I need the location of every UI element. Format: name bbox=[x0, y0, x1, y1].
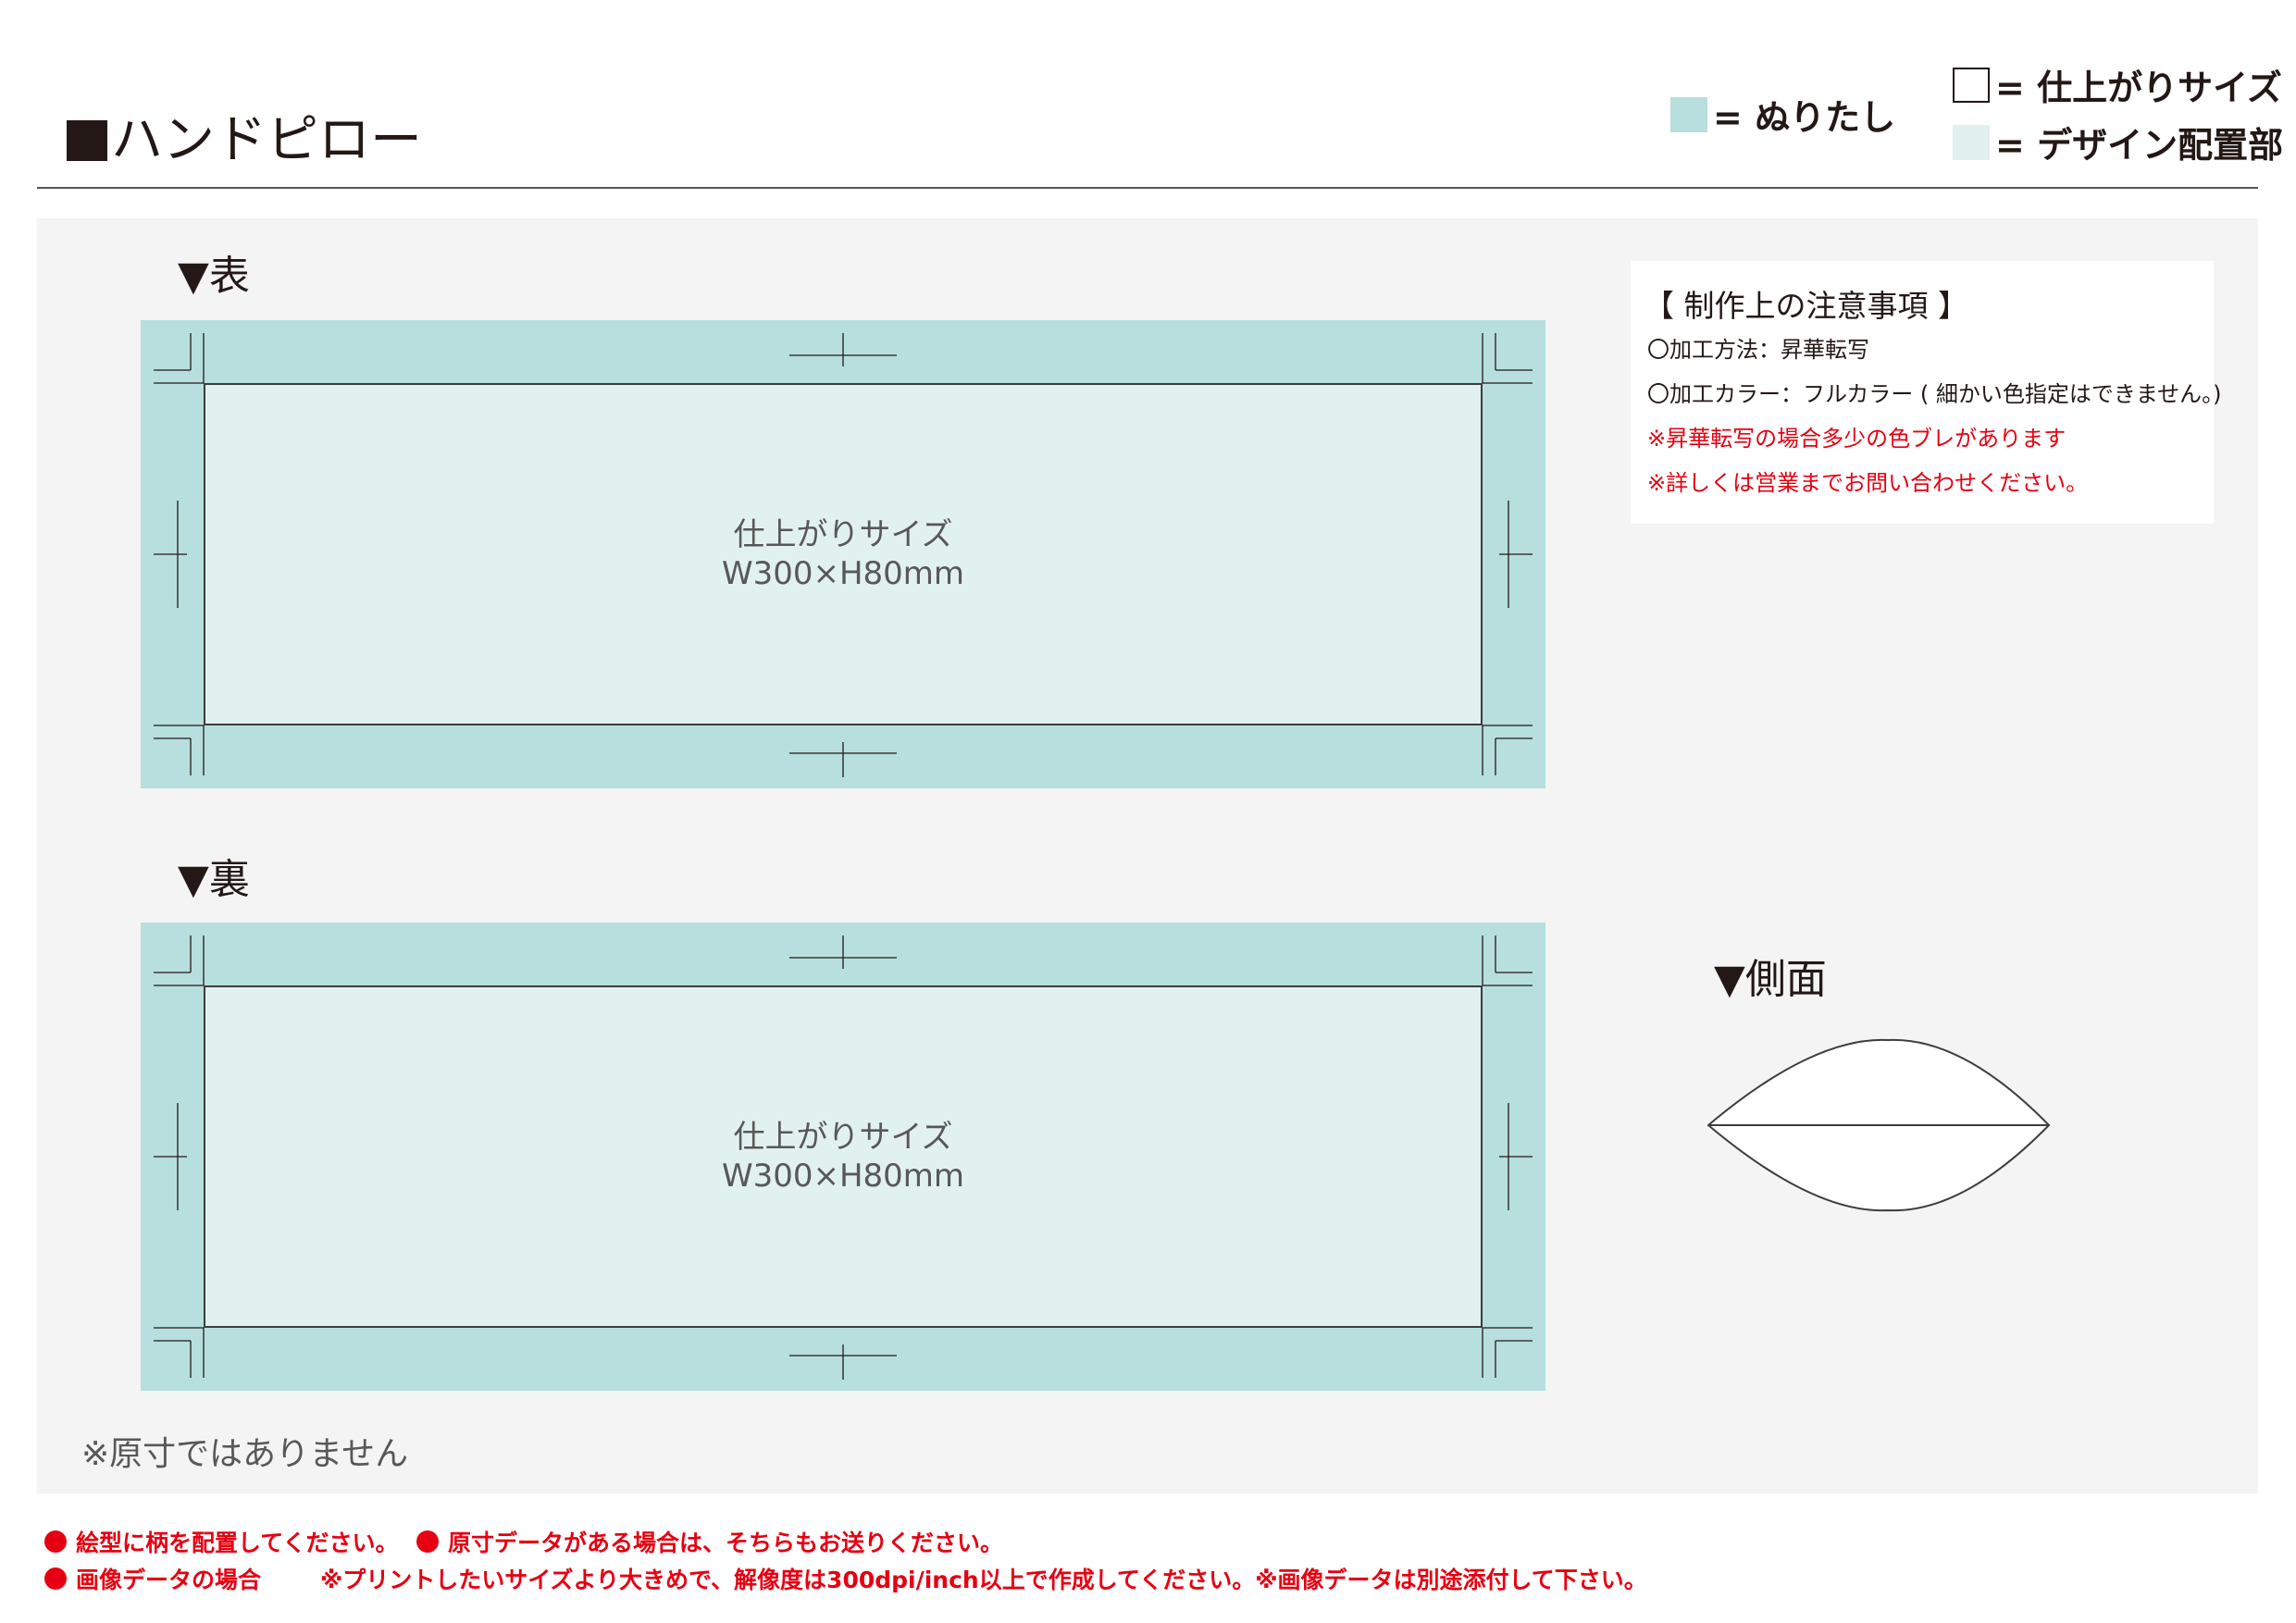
footer-image-data-detail: ※プリントしたいサイズより大きめで、解像度は300dpi/inch以上で作成して… bbox=[320, 1567, 1647, 1593]
bleed-swatch-icon bbox=[1670, 96, 1707, 132]
footer-instruction-2: 原寸データがある場合は、そちらもお送りください。 bbox=[416, 1525, 1003, 1558]
production-notes: 【 制作上の注意事項 】 〇加工方法：昇華転写 〇加工カラー：フルカラー ( 細… bbox=[1631, 261, 2222, 524]
legend-bleed-label: = ぬりたし bbox=[1713, 97, 1896, 138]
legend-design: = デザイン配置部 bbox=[1953, 117, 2283, 167]
side-view-shape bbox=[1706, 1038, 2051, 1212]
page-title: ハンドピロー bbox=[67, 102, 422, 180]
not-actual-size-note: ※原寸ではありません bbox=[81, 1435, 409, 1473]
design-swatch-icon bbox=[1953, 124, 1990, 160]
bullet-dot-icon bbox=[416, 1530, 439, 1553]
footer-instruction-3-text: 画像データの場合 bbox=[76, 1567, 262, 1593]
back-finish-label: 仕上がりサイズ bbox=[733, 1119, 953, 1156]
notes-warning-contact: ※詳しくは営業までお問い合わせください。 bbox=[1647, 470, 2089, 496]
back-label: ▼裏 bbox=[178, 856, 250, 903]
front-finish-area: 仕上がりサイズ W300×H80mm bbox=[204, 383, 1483, 725]
footer-instruction-1-text: 絵型に柄を配置してください。 bbox=[76, 1530, 399, 1556]
bullet-dot-icon bbox=[44, 1530, 67, 1553]
page-title-text: ハンドピロー bbox=[111, 110, 422, 170]
back-finish-area: 仕上がりサイズ W300×H80mm bbox=[204, 985, 1483, 1328]
notes-warning-color-shift: ※昇華転写の場合多少の色ブレがあります bbox=[1647, 426, 2066, 452]
legend-finish: = 仕上がりサイズ bbox=[1953, 59, 2282, 110]
legend-bleed: = ぬりたし bbox=[1670, 89, 1895, 140]
side-label: ▼側面 bbox=[1714, 956, 1827, 1003]
front-finish-label: 仕上がりサイズ bbox=[733, 516, 953, 553]
notes-title: 【 制作上の注意事項 】 bbox=[1644, 288, 1968, 324]
legend-design-label: = デザイン配置部 bbox=[1995, 125, 2284, 166]
front-size-label: W300×H80mm bbox=[721, 555, 965, 592]
notes-color: 〇加工カラー：フルカラー ( 細かい色指定はできません。) bbox=[1647, 381, 2222, 407]
legend-finish-label: = 仕上がりサイズ bbox=[1995, 68, 2282, 108]
front-label: ▼表 bbox=[178, 253, 250, 300]
finish-swatch-icon bbox=[1953, 67, 1990, 103]
footer-instruction-1: 絵型に柄を配置してください。 bbox=[44, 1525, 399, 1558]
notes-method: 〇加工方法：昇華転写 bbox=[1647, 337, 1869, 363]
square-bullet-icon bbox=[67, 120, 107, 161]
footer-instruction-3: 画像データの場合 bbox=[44, 1562, 261, 1595]
bullet-dot-icon bbox=[44, 1567, 67, 1590]
back-size-label: W300×H80mm bbox=[721, 1158, 965, 1195]
footer-instruction-2-text: 原寸データがある場合は、そちらもお送りください。 bbox=[448, 1530, 1004, 1556]
title-divider bbox=[37, 187, 2258, 189]
